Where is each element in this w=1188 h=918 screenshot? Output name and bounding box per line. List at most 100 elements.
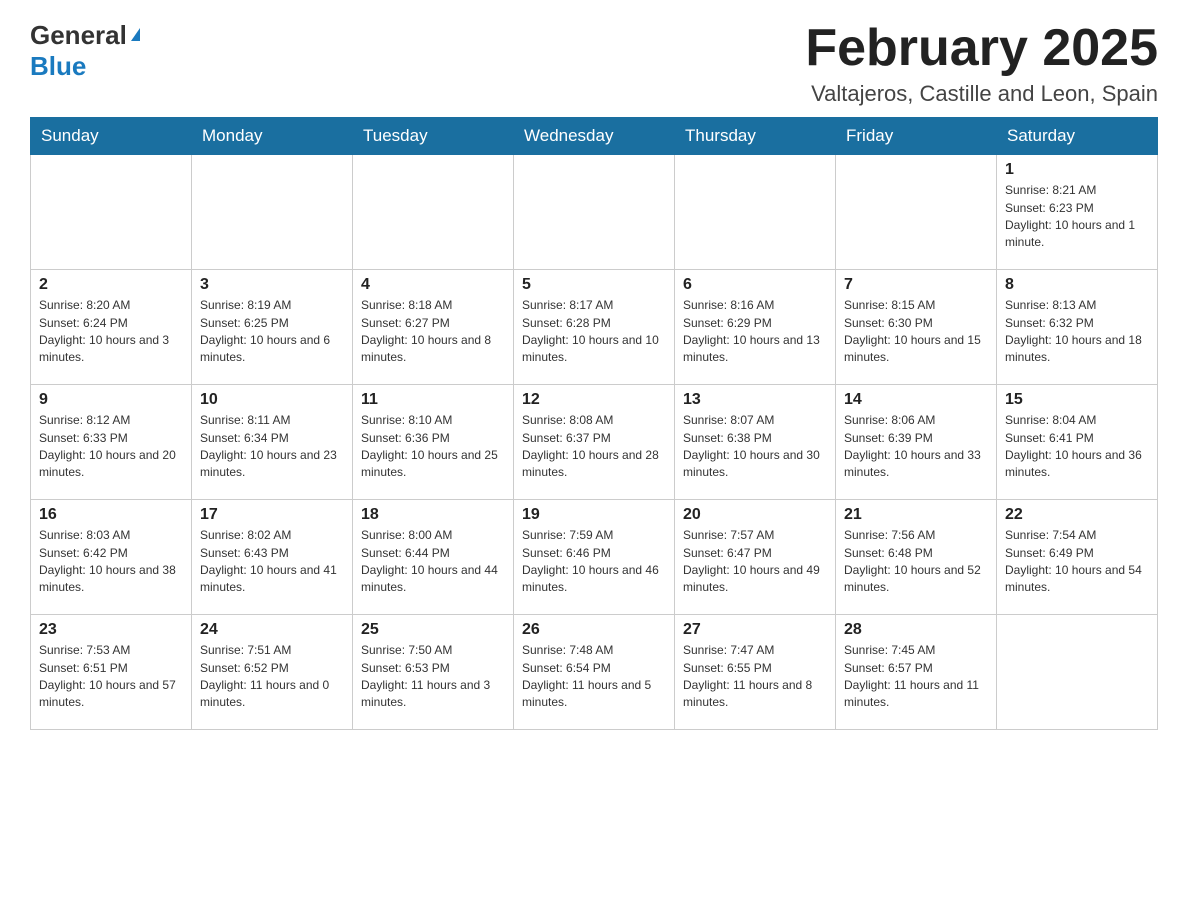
day-info: Sunrise: 8:03 AM Sunset: 6:42 PM Dayligh… — [39, 527, 183, 597]
calendar-title: February 2025 — [805, 20, 1158, 77]
day-info: Sunrise: 7:51 AM Sunset: 6:52 PM Dayligh… — [200, 642, 344, 712]
calendar-cell: 16 Sunrise: 8:03 AM Sunset: 6:42 PM Dayli… — [31, 500, 192, 615]
calendar-cell — [31, 155, 192, 270]
day-info: Sunrise: 8:12 AM Sunset: 6:33 PM Dayligh… — [39, 412, 183, 482]
calendar-cell: 2 Sunrise: 8:20 AM Sunset: 6:24 PM Daylig… — [31, 270, 192, 385]
day-info: Sunrise: 7:57 AM Sunset: 6:47 PM Dayligh… — [683, 527, 827, 597]
calendar-cell: 12 Sunrise: 8:08 AM Sunset: 6:37 PM Dayli… — [514, 385, 675, 500]
day-info: Sunrise: 7:56 AM Sunset: 6:48 PM Dayligh… — [844, 527, 988, 597]
day-number: 13 — [683, 391, 827, 409]
day-info: Sunrise: 8:11 AM Sunset: 6:34 PM Dayligh… — [200, 412, 344, 482]
day-header-monday: Monday — [192, 118, 353, 155]
day-number: 14 — [844, 391, 988, 409]
day-number: 9 — [39, 391, 183, 409]
day-info: Sunrise: 8:21 AM Sunset: 6:23 PM Dayligh… — [1005, 182, 1149, 252]
calendar-cell: 7 Sunrise: 8:15 AM Sunset: 6:30 PM Daylig… — [836, 270, 997, 385]
calendar-cell — [997, 615, 1158, 730]
day-number: 24 — [200, 621, 344, 639]
day-header-thursday: Thursday — [675, 118, 836, 155]
calendar-cell — [514, 155, 675, 270]
calendar-cell: 5 Sunrise: 8:17 AM Sunset: 6:28 PM Daylig… — [514, 270, 675, 385]
day-number: 26 — [522, 621, 666, 639]
day-number: 12 — [522, 391, 666, 409]
day-number: 16 — [39, 506, 183, 524]
week-row-1: 1 Sunrise: 8:21 AM Sunset: 6:23 PM Daylig… — [31, 155, 1158, 270]
day-number: 6 — [683, 276, 827, 294]
calendar-cell — [675, 155, 836, 270]
logo-triangle-icon — [131, 28, 140, 41]
location-subtitle: Valtajeros, Castille and Leon, Spain — [805, 81, 1158, 107]
day-number: 7 — [844, 276, 988, 294]
calendar-cell — [836, 155, 997, 270]
calendar-cell — [353, 155, 514, 270]
calendar-cell: 28 Sunrise: 7:45 AM Sunset: 6:57 PM Dayli… — [836, 615, 997, 730]
day-number: 21 — [844, 506, 988, 524]
day-number: 25 — [361, 621, 505, 639]
week-row-2: 2 Sunrise: 8:20 AM Sunset: 6:24 PM Daylig… — [31, 270, 1158, 385]
calendar-cell: 26 Sunrise: 7:48 AM Sunset: 6:54 PM Dayli… — [514, 615, 675, 730]
day-number: 27 — [683, 621, 827, 639]
calendar-cell: 8 Sunrise: 8:13 AM Sunset: 6:32 PM Daylig… — [997, 270, 1158, 385]
day-info: Sunrise: 8:16 AM Sunset: 6:29 PM Dayligh… — [683, 297, 827, 367]
week-row-5: 23Sunrise: 7:53 AM Sunset: 6:51 PM Dayli… — [31, 615, 1158, 730]
calendar-cell: 1 Sunrise: 8:21 AM Sunset: 6:23 PM Daylig… — [997, 155, 1158, 270]
day-header-friday: Friday — [836, 118, 997, 155]
day-number: 22 — [1005, 506, 1149, 524]
day-number: 20 — [683, 506, 827, 524]
day-info: Sunrise: 8:18 AM Sunset: 6:27 PM Dayligh… — [361, 297, 505, 367]
logo: General Blue — [30, 20, 140, 82]
calendar-cell: 4 Sunrise: 8:18 AM Sunset: 6:27 PM Daylig… — [353, 270, 514, 385]
day-number: 1 — [1005, 161, 1149, 179]
day-number: 10 — [200, 391, 344, 409]
day-header-saturday: Saturday — [997, 118, 1158, 155]
day-number: 19 — [522, 506, 666, 524]
day-number: 28 — [844, 621, 988, 639]
day-info: Sunrise: 8:10 AM Sunset: 6:36 PM Dayligh… — [361, 412, 505, 482]
day-number: 5 — [522, 276, 666, 294]
day-info: Sunrise: 8:17 AM Sunset: 6:28 PM Dayligh… — [522, 297, 666, 367]
day-info: Sunrise: 8:15 AM Sunset: 6:30 PM Dayligh… — [844, 297, 988, 367]
calendar-cell: 27 Sunrise: 7:47 AM Sunset: 6:55 PM Dayli… — [675, 615, 836, 730]
day-number: 2 — [39, 276, 183, 294]
day-info: Sunrise: 8:19 AM Sunset: 6:25 PM Dayligh… — [200, 297, 344, 367]
day-number: 3 — [200, 276, 344, 294]
day-info: Sunrise: 8:08 AM Sunset: 6:37 PM Dayligh… — [522, 412, 666, 482]
calendar-cell: 18Sunrise: 8:00 AM Sunset: 6:44 PM Dayli… — [353, 500, 514, 615]
day-info: Sunrise: 7:54 AM Sunset: 6:49 PM Dayligh… — [1005, 527, 1149, 597]
title-block: February 2025 Valtajeros, Castille and L… — [805, 20, 1158, 107]
day-info: Sunrise: 7:59 AM Sunset: 6:46 PM Dayligh… — [522, 527, 666, 597]
day-info: Sunrise: 8:07 AM Sunset: 6:38 PM Dayligh… — [683, 412, 827, 482]
calendar-cell: 22 Sunrise: 7:54 AM Sunset: 6:49 PM Dayli… — [997, 500, 1158, 615]
calendar-cell: 10 Sunrise: 8:11 AM Sunset: 6:34 PM Dayli… — [192, 385, 353, 500]
day-info: Sunrise: 7:47 AM Sunset: 6:55 PM Dayligh… — [683, 642, 827, 712]
calendar-cell: 17Sunrise: 8:02 AM Sunset: 6:43 PM Dayli… — [192, 500, 353, 615]
calendar-header-row: SundayMondayTuesdayWednesdayThursdayFrid… — [31, 118, 1158, 155]
day-info: Sunrise: 8:20 AM Sunset: 6:24 PM Dayligh… — [39, 297, 183, 367]
calendar-cell: 23Sunrise: 7:53 AM Sunset: 6:51 PM Dayli… — [31, 615, 192, 730]
day-number: 8 — [1005, 276, 1149, 294]
calendar-cell: 13 Sunrise: 8:07 AM Sunset: 6:38 PM Dayli… — [675, 385, 836, 500]
calendar-cell: 14Sunrise: 8:06 AM Sunset: 6:39 PM Dayli… — [836, 385, 997, 500]
day-number: 11 — [361, 391, 505, 409]
calendar-table: SundayMondayTuesdayWednesdayThursdayFrid… — [30, 117, 1158, 730]
day-info: Sunrise: 8:04 AM Sunset: 6:41 PM Dayligh… — [1005, 412, 1149, 482]
calendar-cell: 3 Sunrise: 8:19 AM Sunset: 6:25 PM Daylig… — [192, 270, 353, 385]
calendar-cell: 20 Sunrise: 7:57 AM Sunset: 6:47 PM Dayli… — [675, 500, 836, 615]
day-info: Sunrise: 8:13 AM Sunset: 6:32 PM Dayligh… — [1005, 297, 1149, 367]
calendar-cell: 25 Sunrise: 7:50 AM Sunset: 6:53 PM Dayli… — [353, 615, 514, 730]
logo-general-text: General — [30, 20, 127, 51]
day-header-tuesday: Tuesday — [353, 118, 514, 155]
day-info: Sunrise: 7:50 AM Sunset: 6:53 PM Dayligh… — [361, 642, 505, 712]
calendar-cell: 9 Sunrise: 8:12 AM Sunset: 6:33 PM Daylig… — [31, 385, 192, 500]
day-info: Sunrise: 7:45 AM Sunset: 6:57 PM Dayligh… — [844, 642, 988, 712]
day-header-wednesday: Wednesday — [514, 118, 675, 155]
calendar-cell: 19 Sunrise: 7:59 AM Sunset: 6:46 PM Dayli… — [514, 500, 675, 615]
day-info: Sunrise: 7:48 AM Sunset: 6:54 PM Dayligh… — [522, 642, 666, 712]
day-info: Sunrise: 7:53 AM Sunset: 6:51 PM Dayligh… — [39, 642, 183, 712]
calendar-cell: 6 Sunrise: 8:16 AM Sunset: 6:29 PM Daylig… — [675, 270, 836, 385]
page-header: General Blue February 2025 Valtajeros, C… — [30, 20, 1158, 107]
day-info: Sunrise: 8:00 AM Sunset: 6:44 PM Dayligh… — [361, 527, 505, 597]
day-number: 4 — [361, 276, 505, 294]
calendar-cell: 21 Sunrise: 7:56 AM Sunset: 6:48 PM Dayli… — [836, 500, 997, 615]
week-row-3: 9 Sunrise: 8:12 AM Sunset: 6:33 PM Daylig… — [31, 385, 1158, 500]
